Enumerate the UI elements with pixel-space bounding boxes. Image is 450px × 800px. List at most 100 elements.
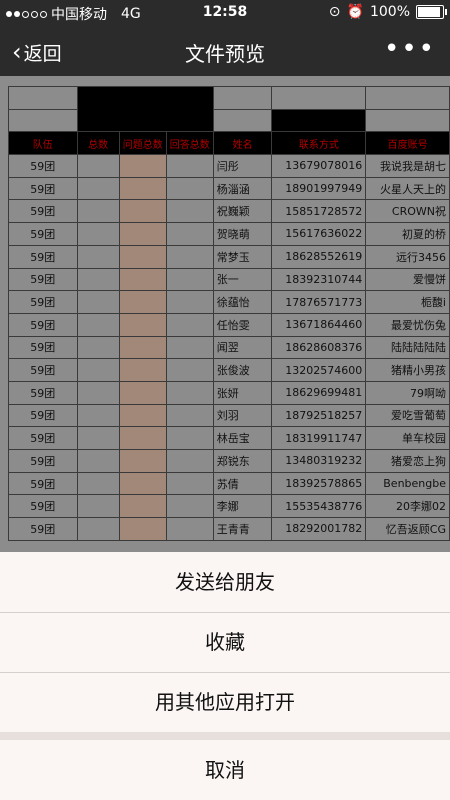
cancel-button[interactable]: 取消 <box>0 740 450 800</box>
table-cell <box>76 199 120 224</box>
table-cell <box>118 358 167 382</box>
table-cell: 59团 <box>8 403 78 428</box>
table-cell <box>118 335 167 360</box>
more-icon[interactable]: ••• <box>384 34 436 64</box>
table-row: 59团 贺晓萌 15617636022 初夏的桥 <box>8 222 450 246</box>
table-cell <box>118 154 167 178</box>
black-header-block <box>76 85 214 133</box>
table-cell: 13202574600 <box>271 358 367 382</box>
table-cell: 初夏的桥 <box>365 222 450 246</box>
send-to-friend-button[interactable]: 发送给朋友 <box>0 552 450 612</box>
table-row: 59团 张一 18392310744 爱慢饼 <box>8 267 450 292</box>
status-bar: 中国移动 4G 12:58 ⊙ ⏰ 100% <box>0 0 450 26</box>
table-cell <box>76 154 120 178</box>
table-cell: 祝巍颖 <box>212 199 273 224</box>
table-cell: 刘羽 <box>212 403 273 428</box>
table-cell: 王青青 <box>212 517 273 541</box>
col-header: 队伍 <box>8 131 78 156</box>
rotation-lock-icon: ⊙ <box>328 4 341 20</box>
table-cell: 爱慢饼 <box>365 267 450 292</box>
table-cell <box>76 290 120 314</box>
table-cell <box>165 471 214 496</box>
table-cell: 15851728572 <box>271 199 367 224</box>
table-cell <box>76 267 120 292</box>
table-cell: 15617636022 <box>271 222 367 246</box>
table-cell <box>165 358 214 382</box>
table-cell <box>76 335 120 360</box>
table-cell: 爱吃雪葡萄 <box>365 403 450 428</box>
table-cell <box>76 312 120 337</box>
table-cell <box>165 154 214 178</box>
table-cell: 79啊呦 <box>365 380 450 405</box>
table-cell: 18901997949 <box>271 176 367 201</box>
table-cell <box>76 244 120 269</box>
table-cell: 忆吾返顾CG <box>365 517 450 541</box>
nav-bar: ‹ 返回 文件预览 ••• <box>0 26 450 76</box>
table-cell <box>165 494 214 519</box>
table-cell <box>165 222 214 246</box>
table-cell: 59团 <box>8 449 78 473</box>
table-cell: 59团 <box>8 358 78 382</box>
table-cell <box>165 290 214 314</box>
table-cell: 59团 <box>8 154 78 178</box>
table-cell <box>165 312 214 337</box>
table-cell: 18292001782 <box>271 517 367 541</box>
table-cell: 59团 <box>8 426 78 450</box>
status-right: ⊙ ⏰ 100% <box>328 4 447 20</box>
table-cell <box>118 267 167 292</box>
page-title: 文件预览 <box>185 42 265 66</box>
table-cell <box>118 312 167 337</box>
table-cell: 陆陆陆陆陆 <box>365 335 450 360</box>
table-cell <box>118 403 167 428</box>
table-cell <box>76 358 120 382</box>
spreadsheet-preview[interactable]: 队伍 总数 问题总数 回答总数 姓名 联系方式 百度账号 59团 闫彤 136790… <box>0 76 450 552</box>
table-cell: 13671864460 <box>271 312 367 337</box>
col-header: 姓名 <box>212 131 273 156</box>
table-cell: 张妍 <box>212 380 273 405</box>
table-row: 59团 任怡雯 13671864460 最爱忧伤兔 <box>8 312 450 337</box>
table-cell: 猪爱恋上狗 <box>365 449 450 473</box>
table-cell: 13480319232 <box>271 449 367 473</box>
table-cell: 17876571773 <box>271 290 367 314</box>
table-cell: 闻翌 <box>212 335 273 360</box>
table-cell: 18319911747 <box>271 426 367 450</box>
table-row: 59团 闻翌 18628608376 陆陆陆陆陆 <box>8 335 450 360</box>
table-cell <box>165 335 214 360</box>
table-cell: 18392578865 <box>271 471 367 496</box>
table-cell <box>118 244 167 269</box>
spreadsheet-table: 队伍 总数 问题总数 回答总数 姓名 联系方式 百度账号 59团 闫彤 136790… <box>8 85 450 541</box>
table-cell <box>76 426 120 450</box>
table-cell <box>118 426 167 450</box>
favorite-button[interactable]: 收藏 <box>0 613 450 672</box>
table-cell <box>165 176 214 201</box>
table-cell: 59团 <box>8 199 78 224</box>
table-cell <box>76 494 120 519</box>
table-cell: 59团 <box>8 176 78 201</box>
table-cell: 闫彤 <box>212 154 273 178</box>
table-row: 59团 张俊波 13202574600 猪精小男孩 <box>8 358 450 382</box>
table-cell <box>118 290 167 314</box>
table-cell <box>118 199 167 224</box>
col-header: 总数 <box>76 131 120 156</box>
table-cell: 贺晓萌 <box>212 222 273 246</box>
table-cell <box>165 267 214 292</box>
table-row: 59团 苏倩 18392578865 Benbengbe <box>8 471 450 496</box>
table-cell: 59团 <box>8 380 78 405</box>
table-row: 59团 王青青 18292001782 忆吾返顾CG <box>8 517 450 541</box>
table-cell <box>118 222 167 246</box>
col-header: 百度账号 <box>365 131 450 156</box>
battery-percent: 100% <box>369 4 410 20</box>
table-row: 59团 李娜 15535438776 20李娜02 <box>8 494 450 519</box>
table-cell <box>165 199 214 224</box>
table-cell: 杨淄涵 <box>212 176 273 201</box>
table-cell: 火星人天上的 <box>365 176 450 201</box>
table-cell: 18392310744 <box>271 267 367 292</box>
table-cell: 我说我是胡七 <box>365 154 450 178</box>
table-row-blank2 <box>8 108 450 133</box>
table-cell <box>76 403 120 428</box>
open-with-other-app-button[interactable]: 用其他应用打开 <box>0 673 450 732</box>
table-row: 59团 闫彤 13679078016 我说我是胡七 <box>8 154 450 178</box>
table-cell: 59团 <box>8 494 78 519</box>
table-cell: 59团 <box>8 335 78 360</box>
action-sheet-gap <box>0 732 450 740</box>
